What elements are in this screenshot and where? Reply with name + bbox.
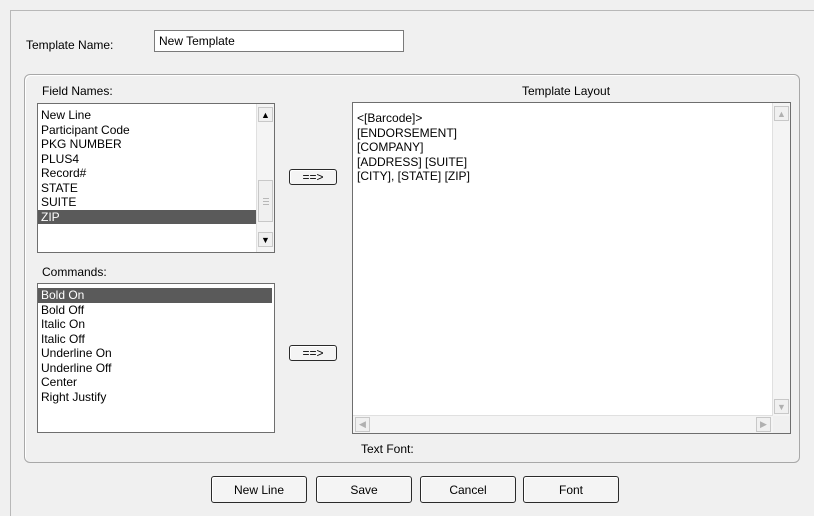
list-item[interactable]: Bold Off (38, 303, 272, 318)
save-button[interactable]: Save (316, 476, 412, 503)
list-item[interactable]: Underline Off (38, 361, 272, 376)
template-name-label: Template Name: (26, 38, 114, 52)
layout-line: [ADDRESS] [SUITE] (357, 154, 468, 169)
template-name-input[interactable] (154, 30, 404, 52)
list-item[interactable]: Bold On (38, 288, 272, 303)
cancel-button[interactable]: Cancel (420, 476, 516, 503)
layout-line: [ENDORSEMENT] (357, 125, 458, 140)
scroll-thumb[interactable] (258, 180, 273, 222)
list-item[interactable]: Participant Code (38, 123, 257, 138)
layout-line: [COMPANY] (357, 140, 424, 154)
scrollbar-corner (773, 416, 790, 433)
commands-list[interactable]: Bold On Bold Off Italic On Italic Off Underl… (37, 283, 275, 433)
layout-horizontal-scrollbar[interactable]: ◀ ▶ (353, 415, 773, 433)
commands-label: Commands: (42, 265, 107, 279)
scroll-right-icon[interactable]: ▶ (756, 417, 771, 432)
scroll-up-icon[interactable]: ▲ (774, 106, 789, 121)
list-item[interactable]: Center (38, 375, 272, 390)
text-font-label: Text Font: (361, 442, 414, 456)
template-layout-textarea[interactable]: <[Barcode]> [ENDORSEMENT] [COMPANY] [ADDRES… (352, 102, 791, 434)
list-item[interactable]: Record# (38, 166, 257, 181)
layout-vertical-scrollbar[interactable]: ▲ ▼ (772, 103, 790, 416)
field-names-scrollbar[interactable]: ▲ ▼ (256, 104, 274, 252)
scroll-left-icon[interactable]: ◀ (355, 417, 370, 432)
field-names-list[interactable]: New Line Participant Code PKG NUMBER PLUS4 R… (37, 103, 275, 253)
list-item[interactable]: Right Justify (38, 390, 272, 405)
scroll-down-icon[interactable]: ▼ (774, 399, 789, 414)
add-command-button[interactable]: ==> (289, 345, 337, 361)
scroll-up-icon[interactable]: ▲ (258, 107, 273, 122)
scroll-down-icon[interactable]: ▼ (258, 232, 273, 247)
add-field-button[interactable]: ==> (289, 169, 337, 185)
list-item[interactable]: PKG NUMBER (38, 137, 257, 152)
template-layout-label: Template Layout (522, 84, 611, 98)
field-names-label: Field Names: (42, 84, 113, 98)
font-button[interactable]: Font (523, 476, 619, 503)
window-left-border (10, 10, 11, 516)
list-item[interactable]: Italic Off (38, 332, 272, 347)
list-item[interactable]: SUITE (38, 195, 257, 210)
list-item[interactable]: New Line (38, 108, 257, 123)
list-item[interactable]: Italic On (38, 317, 272, 332)
list-item[interactable]: Underline On (38, 346, 272, 361)
new-line-button[interactable]: New Line (211, 476, 307, 503)
layout-line: <[Barcode]> (357, 111, 423, 125)
window-top-border (10, 10, 814, 11)
list-item[interactable]: PLUS4 (38, 152, 257, 167)
list-item[interactable]: STATE (38, 181, 257, 196)
list-item[interactable]: ZIP (38, 209, 257, 224)
layout-line: [CITY], [STATE] [ZIP] (357, 169, 470, 183)
